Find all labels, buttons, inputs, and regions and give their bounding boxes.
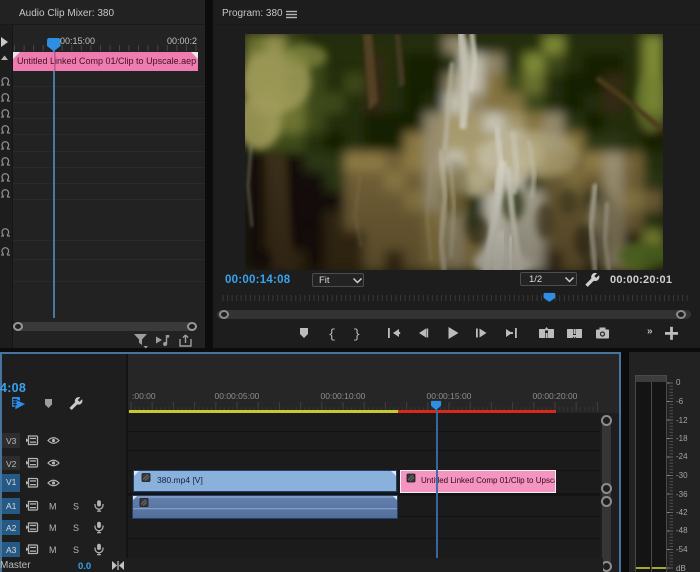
svg-text:M: M — [49, 502, 57, 512]
svg-text:»: » — [647, 326, 653, 337]
svg-text:M: M — [49, 545, 57, 555]
svg-text:S: S — [73, 502, 79, 512]
svg-text:}: } — [353, 327, 361, 342]
svg-text:{: { — [328, 327, 336, 342]
svg-text:M: M — [49, 523, 57, 533]
svg-text:S: S — [73, 523, 79, 533]
svg-text:S: S — [73, 545, 79, 555]
